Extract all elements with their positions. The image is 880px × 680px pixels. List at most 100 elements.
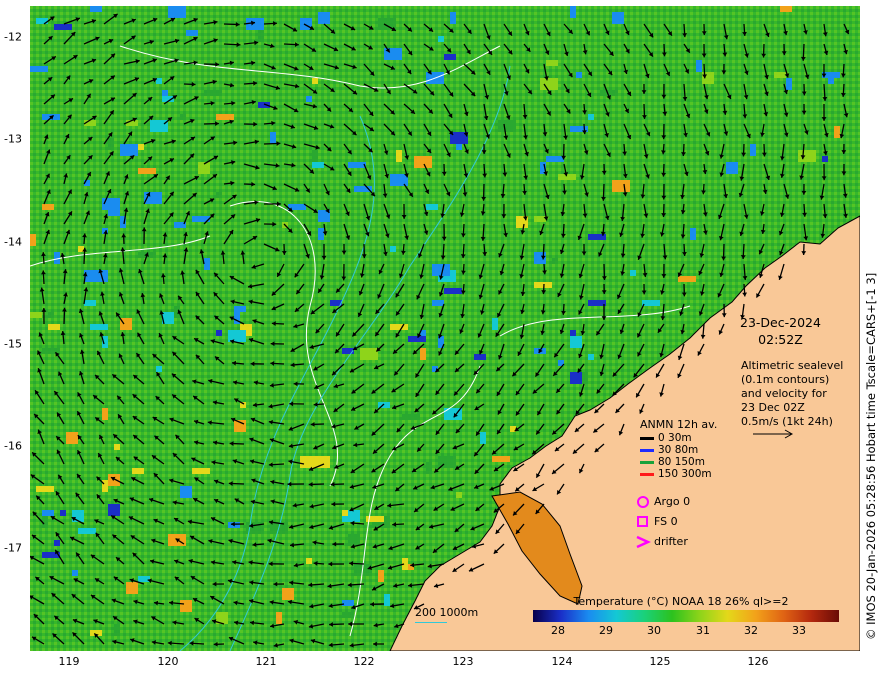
sst-pixel-patch [108, 210, 120, 216]
marker-label: drifter [654, 535, 688, 548]
sst-pixel-patch [30, 312, 42, 318]
sst-pixel-patch [576, 72, 582, 78]
sst-pixel-patch [54, 24, 72, 30]
altimetry-annotation: Altimetric sealevel (0.1m contours) and … [741, 359, 843, 443]
sst-pixel-patch [108, 138, 114, 150]
sst-pixel-patch [690, 228, 696, 240]
sst-pixel-patch [678, 276, 696, 282]
sst-pixel-patch [312, 162, 324, 168]
date-annotation: 23-Dec-2024 02:52Z [740, 314, 821, 348]
sst-pixel-patch [546, 60, 558, 66]
sst-pixel-patch [360, 348, 378, 360]
sst-pixel-patch [48, 312, 54, 318]
sst-pixel-patch [798, 150, 816, 162]
sst-pixel-patch [492, 456, 510, 462]
colorbar-tick: 28 [551, 624, 565, 637]
sst-pixel-patch [42, 510, 54, 516]
sst-pixel-patch [114, 624, 120, 636]
colorbar-title: Temperature (°C) NOAA 18 26% ql>=2 [573, 595, 789, 608]
sst-pixel-patch [120, 144, 138, 156]
sst-pixel-patch [474, 354, 486, 360]
x-tick-label: 121 [255, 655, 277, 668]
sst-pixel-patch [432, 300, 444, 306]
colorbar-tick: 30 [647, 624, 661, 637]
altimetry-line: Altimetric sealevel [741, 359, 844, 372]
sst-pixel-patch [90, 6, 102, 12]
sst-pixel-patch [60, 510, 66, 516]
sst-pixel-patch [450, 12, 456, 24]
sst-pixel-patch [534, 252, 546, 264]
x-tick-label: 119 [58, 655, 80, 668]
sst-pixel-patch [348, 534, 360, 546]
sst-pixel-patch [534, 282, 552, 288]
markers-legend: Argo 0 FS 0 drifter [632, 492, 690, 552]
sst-pixel-patch [774, 72, 786, 78]
sst-pixel-patch [162, 90, 168, 96]
sst-pixel-patch [570, 330, 576, 336]
sst-pixel-patch [390, 324, 408, 330]
y-tick-label: -16 [4, 439, 22, 453]
sst-pixel-patch [444, 288, 462, 294]
sst-pixel-patch [342, 510, 348, 516]
sst-pixel-patch [300, 456, 318, 468]
marker-row-drifter: drifter [632, 532, 690, 552]
sst-pixel-patch [48, 324, 60, 330]
sst-pixel-patch [318, 228, 324, 240]
sst-pixel-patch [66, 432, 78, 444]
sst-pixel-patch [750, 144, 756, 156]
sst-pixel-patch [42, 204, 54, 210]
sst-pixel-patch [630, 270, 636, 276]
sst-pixel-patch [126, 582, 138, 594]
sst-pixel-patch [234, 306, 246, 312]
x-tick-label: 126 [747, 655, 769, 668]
sst-pixel-patch [384, 594, 390, 606]
sst-pixel-patch [342, 612, 354, 618]
y-tick-label: -15 [4, 337, 22, 351]
swatch-icon [640, 448, 654, 452]
altimetry-line: 23 Dec 02Z [741, 401, 805, 414]
marker-label: Argo 0 [654, 495, 691, 508]
sst-pixel-patch [456, 144, 462, 150]
sst-pixel-patch [78, 528, 96, 534]
sst-pixel-patch [108, 474, 120, 486]
anmn-label: 150 300m [658, 468, 712, 480]
sst-pixel-patch [180, 486, 192, 498]
sst-pixel-patch [282, 588, 294, 600]
time-line: 02:52Z [758, 332, 803, 347]
marker-row-fs: FS 0 [632, 512, 690, 532]
anmn-row: 150 300m [640, 468, 717, 480]
anmn-title: ANMN 12h av. [640, 418, 718, 431]
sst-pixel-patch [186, 30, 198, 36]
colorbar-tick: 32 [744, 624, 758, 637]
sst-pixel-patch [228, 330, 246, 342]
sst-pixel-patch [414, 156, 432, 168]
isobath-label: 200 1000m [415, 606, 479, 619]
sst-pixel-patch [180, 114, 186, 120]
sst-pixel-patch [780, 6, 792, 12]
sst-pixel-patch [276, 612, 282, 624]
sst-pixel-patch [378, 570, 384, 582]
y-tick-label: -13 [4, 132, 22, 146]
sst-pixel-patch [612, 180, 630, 192]
sst-pixel-patch [390, 246, 396, 252]
swatch-icon [640, 472, 654, 476]
sst-pixel-patch [30, 66, 48, 72]
sst-pixel-patch [36, 486, 54, 492]
sst-pixel-patch [426, 462, 432, 474]
sst-pixel-patch [420, 348, 426, 360]
colorbar-tick: 33 [792, 624, 806, 637]
sst-pixel-patch [192, 468, 210, 474]
sst-pixel-patch [480, 432, 486, 444]
sst-pixel-patch [306, 96, 312, 102]
sst-pixel-patch [306, 558, 312, 564]
swatch-icon [640, 436, 654, 440]
sst-pixel-patch [384, 48, 402, 60]
sst-pixel-patch [726, 162, 738, 174]
x-tick-label: 120 [157, 655, 179, 668]
sst-pixel-patch [588, 114, 594, 120]
y-tick-label: -12 [4, 30, 22, 44]
map-plot-area[interactable] [30, 6, 860, 651]
sst-pixel-patch [822, 156, 828, 162]
y-tick-label: -17 [4, 541, 22, 555]
sst-pixel-patch [54, 540, 60, 546]
